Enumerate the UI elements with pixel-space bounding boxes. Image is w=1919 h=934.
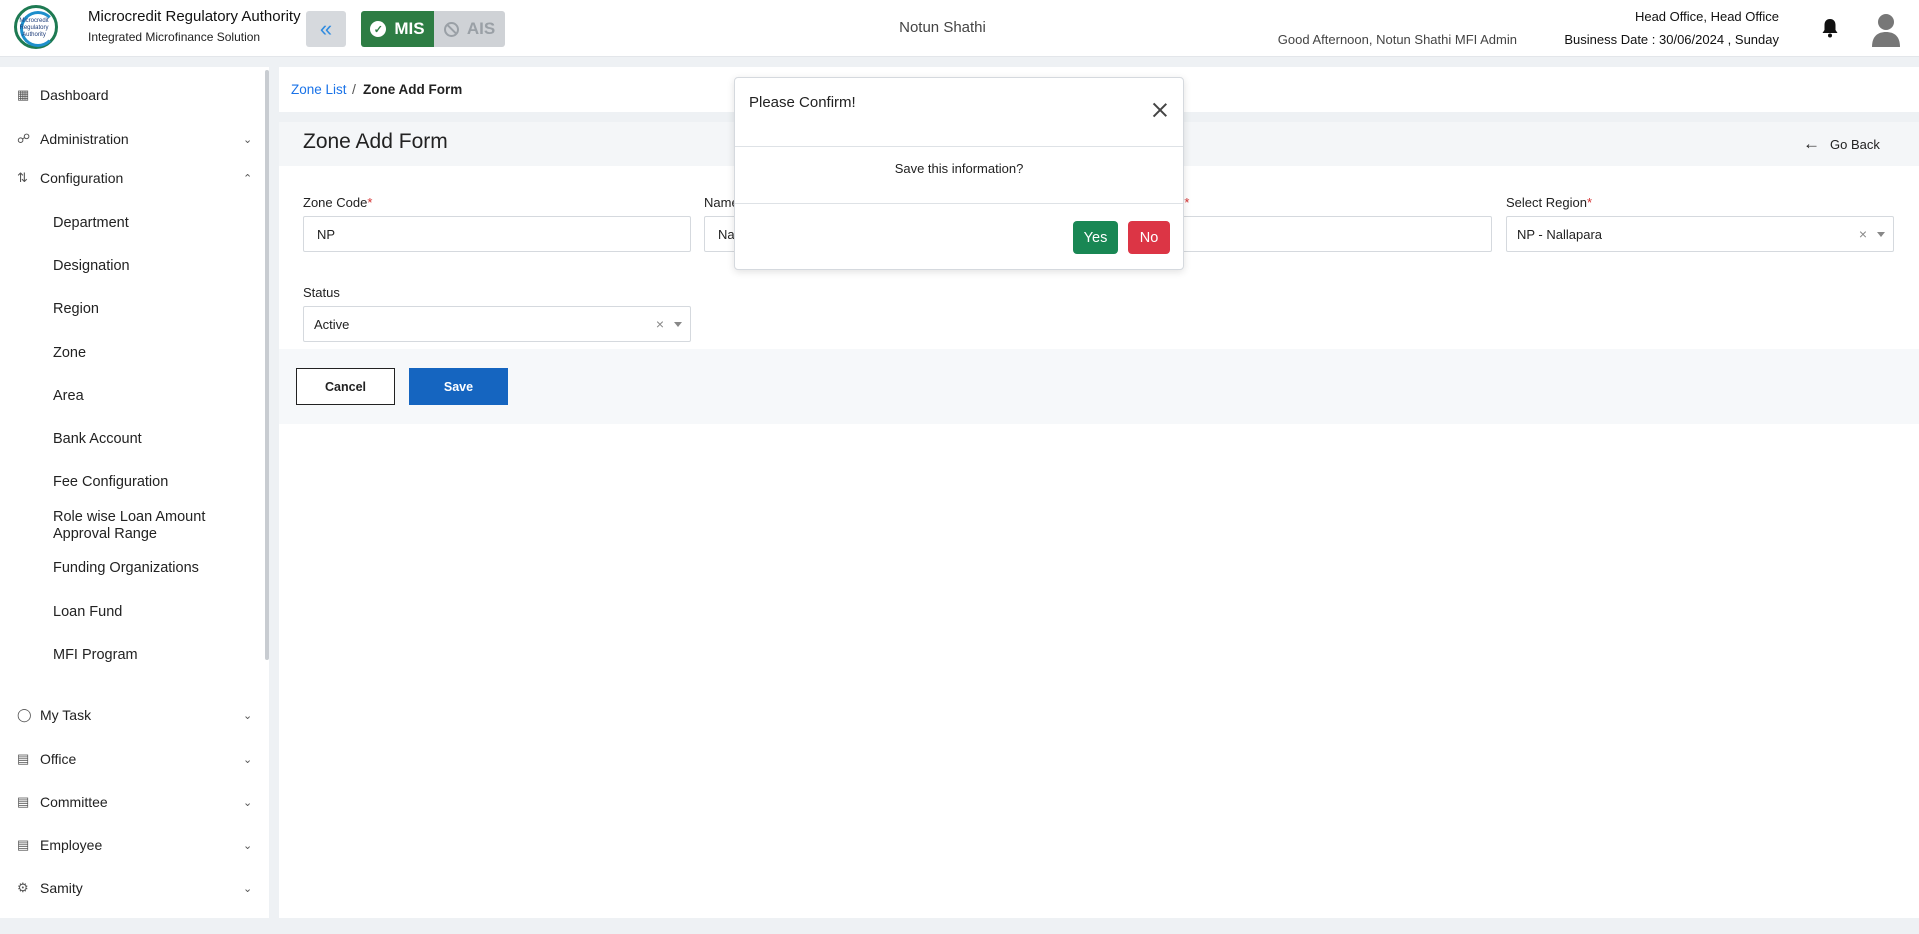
sliders-icon: ⇅: [17, 170, 28, 185]
required-mark: *: [1184, 195, 1190, 210]
check-circle-icon: ✓: [370, 21, 387, 37]
sidebar-item-configuration[interactable]: ⇅ Configuration ⌃: [0, 163, 260, 193]
sidebar-item-label: Administration: [40, 131, 129, 147]
caret-down-icon: [674, 322, 682, 327]
org-subtitle: Integrated Microfinance Solution: [88, 30, 261, 44]
cancel-button[interactable]: Cancel: [296, 368, 395, 405]
form-actions: [279, 349, 1919, 424]
chevron-down-icon: ⌄: [243, 753, 253, 766]
mis-module-button[interactable]: ✓ MIS: [361, 11, 434, 47]
breadcrumb-current: Zone Add Form: [363, 82, 463, 97]
sidebar-item-label: My Task: [40, 707, 92, 723]
caret-down-icon: [1877, 232, 1885, 237]
sidebar-item-administration[interactable]: ☍ Administration ⌄: [0, 124, 260, 154]
sidebar-item-office[interactable]: ▤ Office ⌄: [0, 744, 260, 774]
sidebar-subitem-funding-organizations[interactable]: Funding Organizations: [53, 560, 199, 576]
sidebar-item-label: Committee: [40, 794, 108, 810]
mis-label: MIS: [394, 19, 425, 38]
sidebar-item-label: Employee: [40, 837, 103, 853]
sidebar-item-label: Configuration: [40, 170, 124, 186]
sidebar-subitem-designation[interactable]: Designation: [53, 258, 130, 274]
zone-code-label-text: Zone Code: [303, 195, 368, 210]
arrow-left-icon: ←: [1803, 134, 1820, 153]
sidebar-subitem-mfi-program[interactable]: MFI Program: [53, 647, 138, 663]
modal-title: Please Confirm!: [749, 94, 856, 111]
organization-title: Notun Shathi: [899, 19, 986, 36]
breadcrumb-separator: /: [352, 81, 356, 97]
office-text: Head Office, Head Office: [1634, 9, 1779, 24]
sidebar-item-dashboard[interactable]: ▦ Dashboard: [0, 80, 260, 110]
office-icon: ▤: [17, 751, 30, 766]
modal-divider: [735, 203, 1183, 204]
sidebar-item-committee[interactable]: ▤ Committee ⌄: [0, 787, 260, 817]
sidebar-subitem-loan-fund[interactable]: Loan Fund: [53, 604, 122, 620]
status-value: Active: [314, 316, 350, 332]
sidebar-item-label: Dashboard: [40, 87, 109, 103]
go-back-label: Go Back: [1830, 136, 1880, 152]
sidebar-subitem-region[interactable]: Region: [53, 301, 99, 317]
samity-icon: ⚙: [17, 880, 29, 895]
clear-icon[interactable]: ×: [1859, 226, 1867, 242]
modal-message: Save this information?: [894, 161, 1024, 176]
committee-icon: ▤: [17, 794, 30, 809]
ais-label: AIS: [466, 19, 496, 38]
top-header: Microcredit Regulatory Authority Microcr…: [0, 0, 1919, 57]
zone-code-label: Zone Code*: [303, 195, 372, 210]
network-icon: ☍: [17, 131, 31, 146]
chevron-down-icon: ⌄: [243, 882, 253, 895]
business-date: Business Date : 30/06/2024 , Sunday: [1564, 32, 1779, 47]
sidebar-item-my-task[interactable]: ◯ My Task ⌄: [0, 700, 260, 730]
chevron-down-icon: ⌄: [243, 796, 253, 809]
logo-text: Microcredit Regulatory Authority: [19, 18, 49, 38]
page-title: Zone Add Form: [303, 130, 448, 153]
ais-module-button[interactable]: AIS: [434, 11, 505, 47]
task-icon: ◯: [17, 707, 32, 722]
sidebar-subitem-zone[interactable]: Zone: [53, 345, 86, 361]
breadcrumb-zone-list-link[interactable]: Zone List: [291, 82, 347, 97]
region-label-text: Select Region: [1506, 195, 1587, 210]
zone-code-value: NP: [317, 226, 336, 242]
close-icon[interactable]: [1152, 102, 1168, 118]
sidebar-subitem-department[interactable]: Department: [53, 215, 129, 231]
sidebar-item-employee[interactable]: ▤ Employee ⌄: [0, 830, 260, 860]
no-button[interactable]: No: [1128, 221, 1170, 254]
sidebar-subitem-role-wise-loan-range[interactable]: Role wise Loan Amount Approval Range: [53, 509, 243, 543]
greeting-text: Good Afternoon, Notun Shathi MFI Admin: [1277, 32, 1517, 47]
org-name: Microcredit Regulatory Authority: [88, 8, 301, 25]
sidebar-collapse-button[interactable]: «: [306, 11, 346, 47]
yes-button[interactable]: Yes: [1073, 221, 1118, 254]
name-value: Na: [718, 226, 735, 242]
required-mark: *: [367, 195, 373, 210]
sidebar-scrollbar[interactable]: [265, 70, 269, 660]
required-mark: *: [1586, 195, 1593, 210]
notification-bell-icon[interactable]: [1821, 18, 1839, 38]
save-button[interactable]: Save: [409, 368, 508, 405]
go-back-button[interactable]: ← Go Back: [1803, 134, 1880, 154]
sidebar-subitem-area[interactable]: Area: [53, 388, 84, 404]
chevron-down-icon: ⌄: [243, 133, 253, 146]
chevron-up-icon: ⌃: [243, 172, 253, 185]
region-select[interactable]: NP - Nallapara ×: [1506, 216, 1894, 252]
ban-icon: [443, 21, 459, 37]
sidebar-item-label: Office: [40, 751, 77, 767]
user-avatar-icon[interactable]: [1870, 11, 1902, 47]
chevron-down-icon: ⌄: [243, 709, 253, 722]
sidebar-item-samity[interactable]: ⚙ Samity ⌄: [0, 873, 260, 903]
chevron-down-icon: ⌄: [243, 839, 253, 852]
employee-icon: ▤: [17, 837, 30, 852]
sidebar-subitem-bank-account[interactable]: Bank Account: [53, 431, 142, 447]
sidebar-item-label: Samity: [40, 880, 83, 896]
region-label: Select Region*: [1506, 195, 1592, 210]
region-value: NP - Nallapara: [1517, 226, 1603, 242]
double-chevron-left-icon: «: [319, 16, 333, 41]
status-select[interactable]: Active ×: [303, 306, 691, 342]
zone-code-input[interactable]: NP: [303, 216, 691, 252]
status-label: Status: [303, 285, 340, 300]
clear-icon[interactable]: ×: [656, 316, 664, 332]
grid-icon: ▦: [17, 87, 30, 102]
sidebar-subitem-fee-configuration[interactable]: Fee Configuration: [53, 474, 168, 490]
modal-divider: [735, 146, 1183, 147]
